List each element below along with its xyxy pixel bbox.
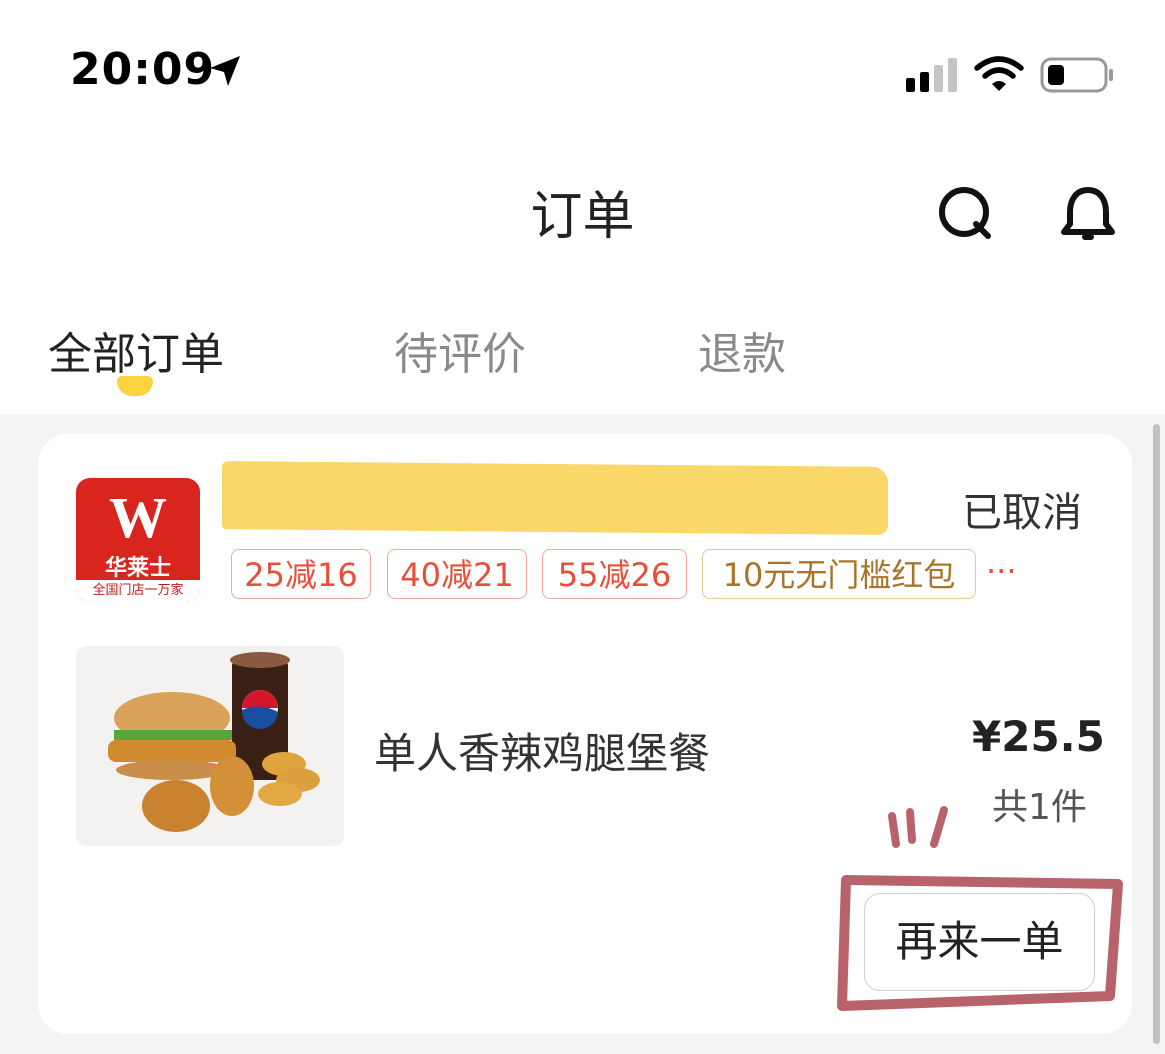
bell-icon: [1061, 187, 1115, 240]
item-count: 共1件: [992, 787, 1087, 828]
order-status: 已取消: [962, 490, 1082, 536]
location-arrow-icon: [206, 52, 244, 94]
promo-tag: 40减21: [387, 549, 527, 599]
red-packet-tag: 10元无门槛红包: [702, 549, 976, 599]
search-icon: [939, 187, 991, 239]
tab-all-orders[interactable]: 全部订单: [48, 318, 224, 382]
product-name[interactable]: 单人香辣鸡腿堡餐: [374, 720, 710, 781]
wifi-icon: [974, 56, 1024, 98]
reorder-button[interactable]: 再来一单: [864, 893, 1095, 991]
order-price: ¥25.5: [972, 712, 1105, 761]
status-time: 20:09: [70, 44, 216, 95]
tab-pending-review[interactable]: 待评价: [394, 318, 526, 382]
tab-refund[interactable]: 退款: [698, 318, 786, 382]
logo-slogan: 全国门店一万家: [76, 580, 200, 602]
cellular-signal-icon: [906, 56, 960, 98]
search-button[interactable]: [936, 184, 996, 244]
redacted-shop-name[interactable]: [222, 461, 888, 535]
more-promotions-icon[interactable]: ···: [986, 552, 1017, 590]
shop-logo[interactable]: W 华莱士 全国门店一万家: [76, 478, 200, 602]
promo-tag: 55减26: [542, 549, 687, 599]
logo-brand-name: 华莱士: [104, 556, 171, 581]
notification-button[interactable]: [1058, 184, 1118, 244]
battery-icon: [1040, 56, 1116, 98]
product-image[interactable]: [76, 646, 344, 846]
annotation-marks: [884, 804, 954, 858]
active-tab-indicator: [117, 376, 153, 396]
scrollbar[interactable]: [1153, 424, 1160, 1044]
logo-letter: W: [109, 485, 167, 550]
promo-tag: 25减16: [231, 549, 371, 599]
